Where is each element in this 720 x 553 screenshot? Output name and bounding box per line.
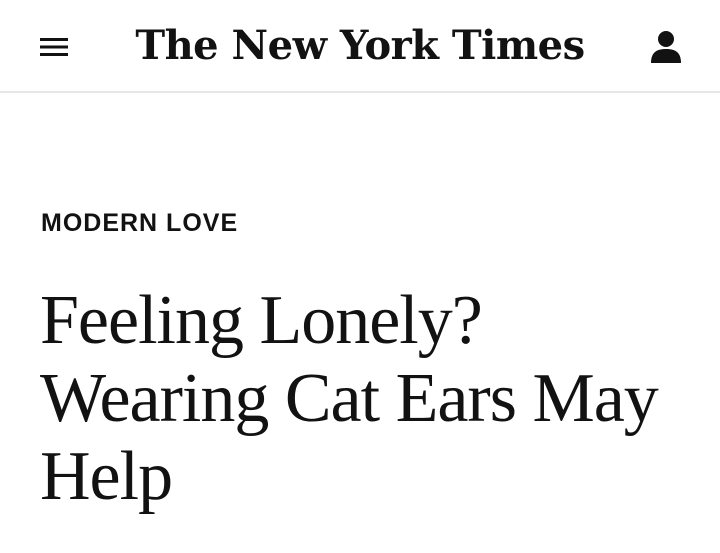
account-button[interactable] <box>648 28 684 66</box>
user-account-icon <box>651 31 681 63</box>
article-headline: Feeling Lonely? Wearing Cat Ears May Hel… <box>40 282 659 515</box>
nyt-logo[interactable]: The New York Times <box>0 20 720 72</box>
top-navigation-bar: The New York Times <box>0 0 720 93</box>
section-kicker[interactable]: MODERN LOVE <box>41 207 238 239</box>
